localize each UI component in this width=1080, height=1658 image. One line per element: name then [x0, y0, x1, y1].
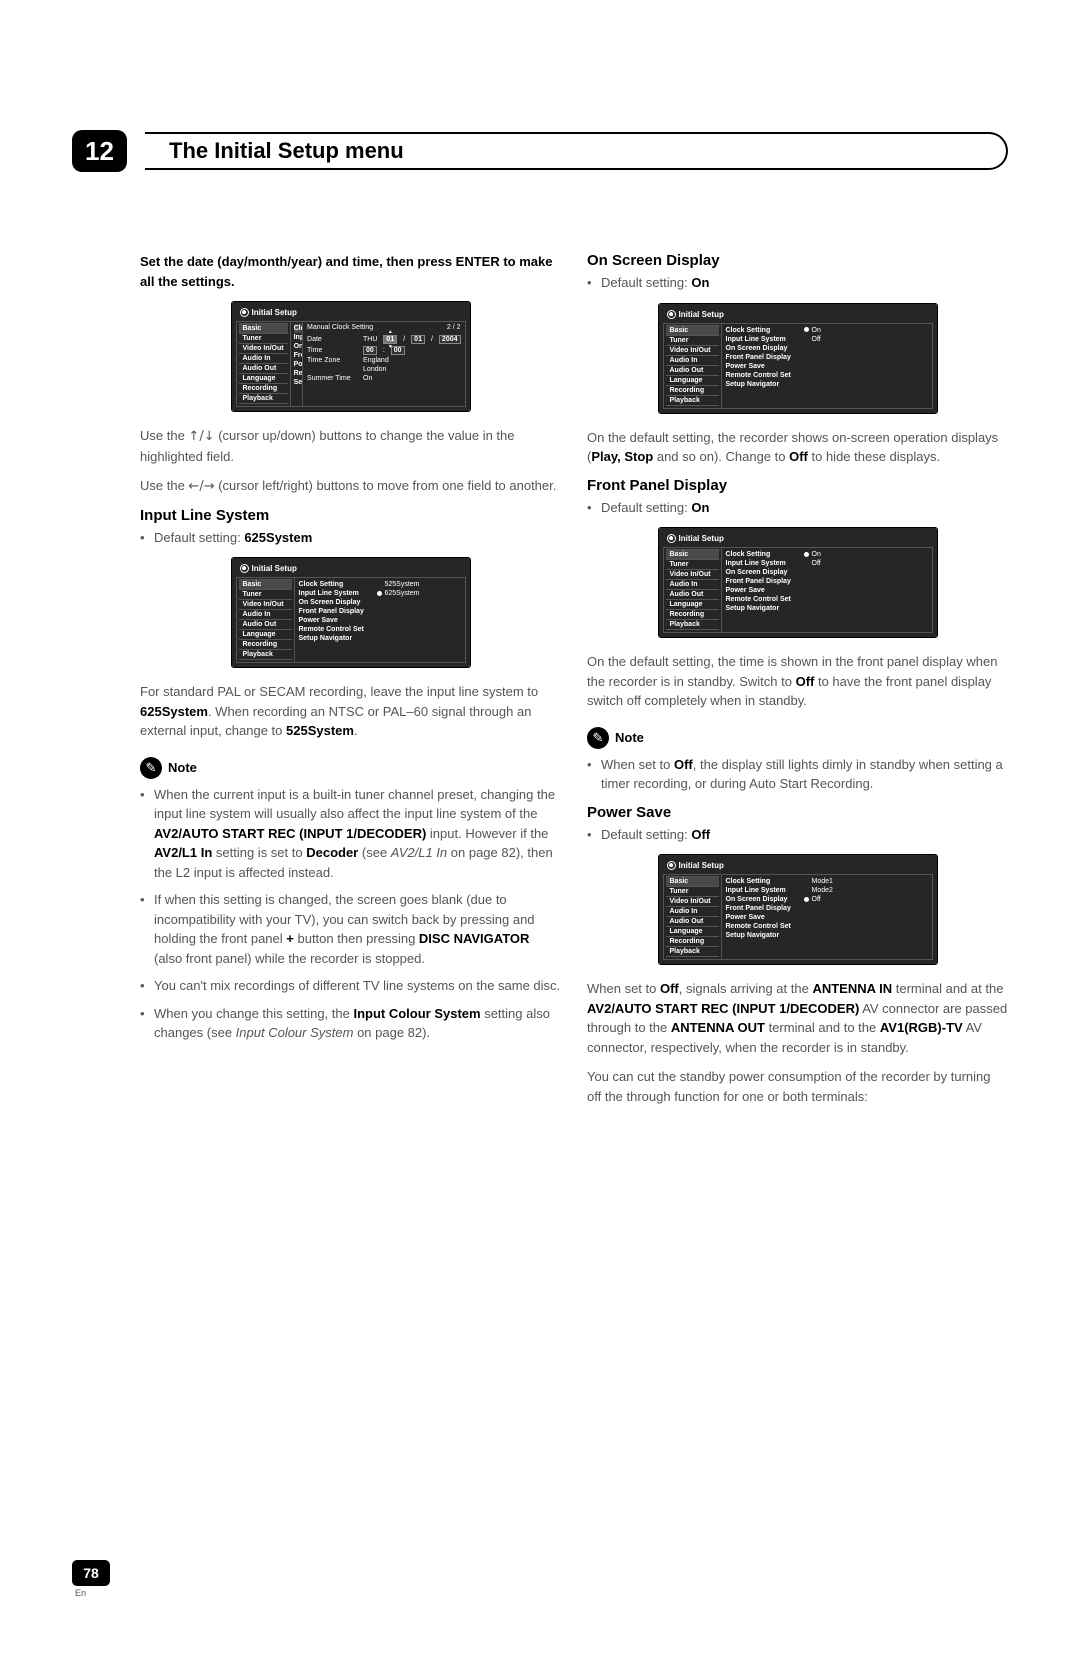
screenshot-fpd: Initial Setup Basic Tuner Video In/Out A…: [658, 527, 938, 638]
fpd-default: Default setting: On: [587, 498, 1008, 518]
tz-region: England: [363, 357, 389, 364]
ss-clock-panel: Manual Clock Setting 2 / 2 Date THU 01/ …: [303, 322, 464, 406]
screenshot-manual-clock: Initial Setup Basic Tuner Video In/Out A…: [231, 301, 471, 412]
ss-mid-menu: Clock Setting Input Line System On Scree…: [295, 578, 373, 662]
option-525system: 525System: [377, 580, 461, 589]
tz-label: Time Zone: [307, 357, 357, 364]
ss-title: Initial Setup: [252, 564, 297, 573]
date-dayname: THU: [363, 336, 377, 343]
intro-instruction: Set the date (day/month/year) and time, …: [140, 254, 552, 289]
date-year-field: 2004: [439, 335, 461, 344]
ss-left-menu: Basic Tuner Video In/Out Audio In Audio …: [664, 875, 722, 959]
ss-left-menu: Basic Tuner Video In/Out Audio In Audio …: [664, 324, 722, 408]
ss-mid-menu: Clock Setting Input Line System On Scree…: [722, 875, 800, 959]
clock-page-indicator: 2 / 2: [447, 324, 461, 331]
ps-para1: When set to Off, signals arriving at the…: [587, 979, 1008, 1057]
ss-options: On Off: [800, 324, 932, 408]
pencil-icon: ✎: [140, 757, 162, 779]
power-save-heading: Power Save: [587, 804, 1008, 821]
option-on: On: [804, 550, 928, 559]
disc-icon: [240, 308, 249, 317]
cursor-leftright-text: Use the ←/→ (cursor left/right) buttons …: [140, 476, 561, 497]
screenshot-power-save: Initial Setup Basic Tuner Video In/Out A…: [658, 854, 938, 965]
osd-para: On the default setting, the recorder sho…: [587, 428, 1008, 467]
option-mode2: Mode2: [804, 886, 928, 895]
ss-left-menu: Basic Tuner Video In/Out Audio In Audio …: [237, 322, 291, 406]
ss-left-menu: Basic Tuner Video In/Out Audio In Audio …: [237, 578, 295, 662]
option-off: Off: [804, 335, 928, 344]
ss-mid-menu: Clock Setting Input Line System On Scree…: [722, 548, 800, 632]
chapter-number-badge: 12: [72, 130, 127, 172]
date-month-field: 01: [411, 335, 425, 344]
fpd-para: On the default setting, the time is show…: [587, 652, 1008, 711]
time-min-field: 00: [391, 346, 405, 355]
time-hour-field: 00: [363, 346, 377, 355]
cursor-updown-text: Use the ↑/↓ (cursor up/down) buttons to …: [140, 426, 561, 466]
ils-default: Default setting: 625System: [140, 528, 561, 548]
ss-mid-truncated: Clock Input On S Front Powe Remo Setu: [291, 322, 303, 406]
note-label: Note: [615, 730, 644, 745]
fpd-heading: Front Panel Display: [587, 477, 1008, 494]
ss-title: Initial Setup: [679, 310, 724, 319]
ss-left-menu: Basic Tuner Video In/Out Audio In Audio …: [664, 548, 722, 632]
ils-note-3: You can't mix recordings of different TV…: [140, 976, 561, 996]
ss-title: Initial Setup: [679, 534, 724, 543]
chapter-title: The Initial Setup menu: [145, 132, 1008, 170]
option-mode1: Mode1: [804, 877, 928, 886]
time-label: Time: [307, 347, 357, 354]
clock-header-title: Manual Clock Setting: [307, 324, 373, 331]
ss-options: Mode1 Mode2 Off: [800, 875, 932, 959]
note-label: Note: [168, 760, 197, 775]
ps-para2: You can cut the standby power consumptio…: [587, 1067, 1008, 1106]
ss-options: 525System 625System: [373, 578, 465, 662]
input-line-system-heading: Input Line System: [140, 507, 561, 524]
date-label: Date: [307, 336, 357, 343]
arrow-left-right-icon: ←/→: [188, 479, 214, 494]
ss-title: Initial Setup: [679, 861, 724, 870]
tz-city: London: [363, 366, 386, 373]
screenshot-input-line-system: Initial Setup Basic Tuner Video In/Out A…: [231, 557, 471, 668]
page-language: En: [75, 1588, 110, 1598]
ils-para: For standard PAL or SECAM recording, lea…: [140, 682, 561, 741]
ss-mid-menu: Clock Setting Input Line System On Scree…: [722, 324, 800, 408]
disc-icon: [667, 861, 676, 870]
date-day-field: 01: [383, 335, 397, 344]
ils-note-1: When the current input is a built-in tun…: [140, 785, 561, 883]
disc-icon: [667, 534, 676, 543]
fpd-note: When set to Off, the display still light…: [587, 755, 1008, 794]
option-off: Off: [804, 559, 928, 568]
ss-options: On Off: [800, 548, 932, 632]
ils-note-2: If when this setting is changed, the scr…: [140, 890, 561, 968]
pencil-icon: ✎: [587, 727, 609, 749]
osd-default: Default setting: On: [587, 273, 1008, 293]
ils-note-4: When you change this setting, the Input …: [140, 1004, 561, 1043]
disc-icon: [240, 564, 249, 573]
arrow-up-down-icon: ↑/↓: [188, 429, 214, 444]
option-on: On: [804, 326, 928, 335]
ss-title: Initial Setup: [252, 308, 297, 317]
summertime-value: On: [363, 375, 372, 382]
osd-heading: On Screen Display: [587, 252, 1008, 269]
disc-icon: [667, 310, 676, 319]
summertime-label: Summer Time: [307, 375, 357, 382]
option-off: Off: [804, 895, 928, 904]
page-number-badge: 78: [72, 1560, 110, 1586]
option-625system: 625System: [377, 589, 461, 598]
screenshot-osd: Initial Setup Basic Tuner Video In/Out A…: [658, 303, 938, 414]
ps-default: Default setting: Off: [587, 825, 1008, 845]
